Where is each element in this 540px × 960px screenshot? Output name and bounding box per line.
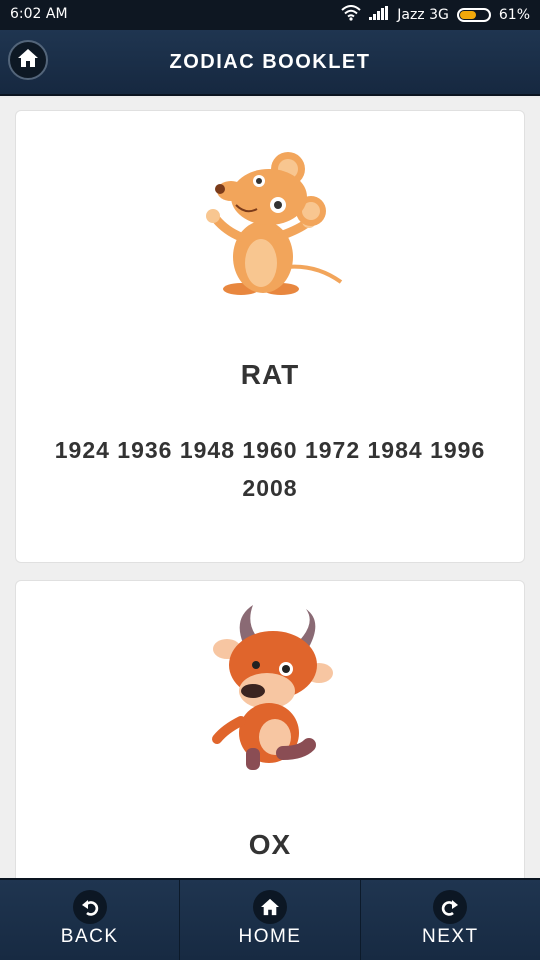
bottom-nav: BACK HOME NEXT [0,878,540,960]
rat-illustration [191,139,351,299]
home-label: HOME [238,926,302,947]
ox-illustration [191,603,351,770]
status-bar: 6:02 AM Jazz 3G 61% [0,0,540,30]
battery-icon [456,8,491,22]
zodiac-card[interactable]: RAT 1924 1936 1948 1960 1972 1984 1996 2… [15,110,525,563]
status-time: 6:02 AM [10,6,68,22]
back-label: BACK [60,926,119,947]
zodiac-years: 1924 1936 1948 1960 1972 1984 1996 2008 [54,437,486,501]
status-right: Jazz 3G 61% [341,5,530,25]
home-icon [252,890,287,924]
undo-arrow-icon [72,890,107,924]
next-button[interactable]: NEXT [361,880,540,960]
carrier-label: Jazz 3G [397,7,449,23]
next-label: NEXT [421,926,479,947]
zodiac-name: OX [248,829,292,860]
battery-percent: 61% [498,7,530,23]
page-title: ZODIAC BOOKLET [169,51,371,73]
home-button[interactable]: HOME [180,880,361,960]
back-button[interactable]: BACK [0,880,181,960]
redo-arrow-icon [433,890,468,924]
wifi-icon [341,5,361,25]
zodiac-list[interactable]: RAT 1924 1936 1948 1960 1972 1984 1996 2… [0,98,540,878]
signal-icon [369,6,389,24]
zodiac-card[interactable]: OX [15,580,525,878]
app-header: ZODIAC BOOKLET [0,30,540,96]
zodiac-name: RAT [240,359,300,390]
